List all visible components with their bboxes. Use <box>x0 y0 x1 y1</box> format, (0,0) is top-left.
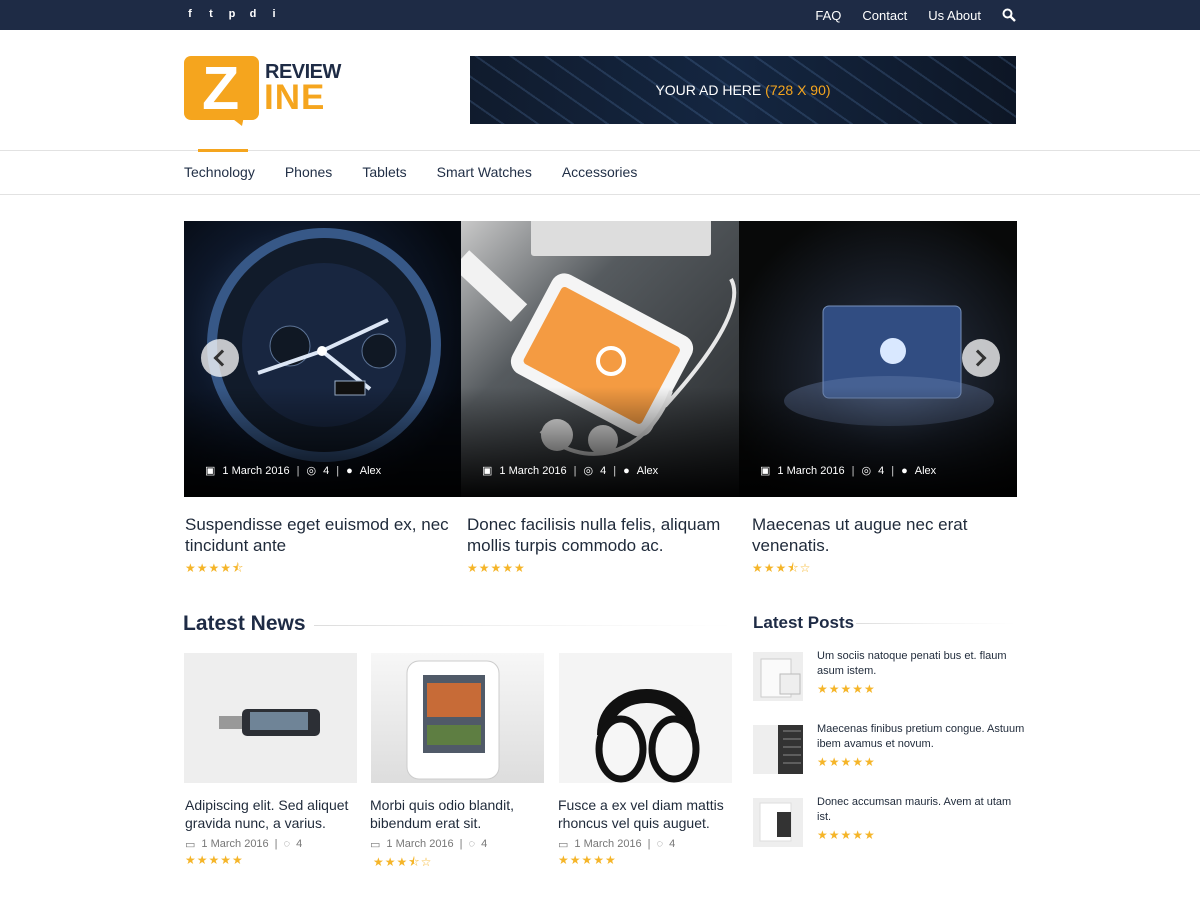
comment-icon: ◌ <box>283 838 291 850</box>
main-navigation: Technology Phones Tablets Smart Watches … <box>0 149 1200 195</box>
pinterest-icon[interactable]: p <box>226 8 238 21</box>
news-title-1[interactable]: Adipiscing elit. Sed aliquet gravida nun… <box>185 796 360 832</box>
featured-title-3[interactable]: Maecenas ut augue nec erat venenatis. <box>752 514 1002 556</box>
calendar-icon: ▣ <box>760 465 771 477</box>
featured-title-1[interactable]: Suspendisse eget euismod ex, nec tincidu… <box>185 514 455 556</box>
featured-title-2[interactable]: Donec facilisis nulla felis, aliquam mol… <box>467 514 737 556</box>
news-meta: ▭ 1 March 2016 | ◌ 4 <box>558 838 676 851</box>
latest-posts-heading: Latest Posts <box>753 613 855 632</box>
headphones-image <box>595 689 700 783</box>
post-meta: ▣ 1 March 2016 | ◎ 4 | ● Alex <box>760 464 937 478</box>
calendar-icon: ▣ <box>205 465 216 477</box>
calendar-icon: ▣ <box>482 465 493 477</box>
rating-stars: ★★★★★ <box>558 853 617 867</box>
comment-icon: ◌ <box>468 838 476 850</box>
comment-icon: ◎ <box>861 465 872 477</box>
laptop-keyboard-image <box>753 725 803 774</box>
ad-label: YOUR AD HERE (728 X 90) <box>655 82 831 98</box>
instagram-icon[interactable]: i <box>268 8 280 21</box>
calendar-icon: ▭ <box>370 839 381 851</box>
nav-accessories[interactable]: Accessories <box>562 164 637 180</box>
news-thumb-usb[interactable] <box>184 653 357 783</box>
rating-stars: ★★★★⯪ <box>185 561 245 575</box>
user-icon: ● <box>623 464 630 477</box>
logo-mark: Z <box>184 56 259 126</box>
active-nav-indicator <box>198 149 248 152</box>
image-gradient <box>739 387 1017 497</box>
nav-technology[interactable]: Technology <box>184 164 255 180</box>
nav-tablets[interactable]: Tablets <box>362 164 406 180</box>
post-meta: ▣ 1 March 2016 | ◎ 4 | ● Alex <box>205 464 382 478</box>
carousel-next-button[interactable] <box>962 339 1000 377</box>
post-title-2[interactable]: Maecenas finibus pretium congue. Astuum … <box>817 722 1027 752</box>
dribbble-icon[interactable]: d <box>247 8 259 21</box>
post-title-3[interactable]: Donec accumsan mauris. Avem at utam ist. <box>817 795 1027 825</box>
paper-image <box>760 658 801 698</box>
section-rule <box>314 625 734 626</box>
comment-icon: ◎ <box>583 465 594 477</box>
search-icon[interactable] <box>1002 8 1016 22</box>
faq-link[interactable]: FAQ <box>815 8 841 23</box>
rating-stars: ★★★★★ <box>185 853 244 867</box>
stationery-image <box>759 802 792 842</box>
carousel-previous-button[interactable] <box>201 339 239 377</box>
post-title-1[interactable]: Um sociis natoque penati bus et. flaum a… <box>817 649 1027 679</box>
top-bar: f t p d i FAQ Contact Us About <box>0 0 1200 30</box>
top-navigation: FAQ Contact Us About <box>815 0 1016 30</box>
social-links: f t p d i <box>184 8 280 21</box>
news-meta: ▭ 1 March 2016 | ◌ 4 <box>370 838 488 851</box>
featured-card-phone[interactable]: ▣ 1 March 2016 | ◎ 4 | ● Alex <box>461 221 739 497</box>
news-title-3[interactable]: Fusce a ex vel diam mattis rhoncus vel q… <box>558 796 733 832</box>
image-gradient <box>184 387 462 497</box>
image-gradient <box>461 387 739 497</box>
about-link[interactable]: Us About <box>928 8 981 23</box>
latest-news-heading: Latest News <box>183 612 306 635</box>
section-rule <box>856 623 1016 624</box>
advertisement-banner[interactable]: YOUR AD HERE (728 X 90) <box>470 56 1016 124</box>
post-thumb-paper[interactable] <box>753 652 803 701</box>
post-meta: ▣ 1 March 2016 | ◎ 4 | ● Alex <box>482 464 659 478</box>
usb-drive-image <box>219 709 320 736</box>
rating-stars: ★★★⯪☆ <box>373 855 433 869</box>
calendar-icon: ▭ <box>185 839 196 851</box>
rating-stars: ★★★★★ <box>817 682 876 696</box>
news-thumb-tablet[interactable] <box>371 653 544 783</box>
nav-smart-watches[interactable]: Smart Watches <box>437 164 532 180</box>
logo-ine-text: INE <box>264 78 326 117</box>
site-logo[interactable]: Z REVIEW INE <box>184 56 344 126</box>
post-thumb-laptop[interactable] <box>753 725 803 774</box>
user-icon: ● <box>346 464 353 477</box>
tablet-image <box>406 660 500 780</box>
nav-phones[interactable]: Phones <box>285 164 332 180</box>
news-thumb-headphones[interactable] <box>559 653 732 783</box>
rating-stars: ★★★★★ <box>817 828 876 842</box>
comment-icon: ◌ <box>656 838 664 850</box>
news-title-2[interactable]: Morbi quis odio blandit, bibendum erat s… <box>370 796 535 832</box>
user-icon: ● <box>901 464 908 477</box>
post-thumb-stationery[interactable] <box>753 798 803 847</box>
rating-stars: ★★★★★ <box>467 561 526 575</box>
twitter-icon[interactable]: t <box>205 8 217 21</box>
rating-stars: ★★★⯪☆ <box>752 561 812 575</box>
news-meta: ▭ 1 March 2016 | ◌ 4 <box>185 838 303 851</box>
comment-icon: ◎ <box>306 465 317 477</box>
facebook-icon[interactable]: f <box>184 8 196 21</box>
contact-link[interactable]: Contact <box>862 8 907 23</box>
rating-stars: ★★★★★ <box>817 755 876 769</box>
calendar-icon: ▭ <box>558 839 569 851</box>
